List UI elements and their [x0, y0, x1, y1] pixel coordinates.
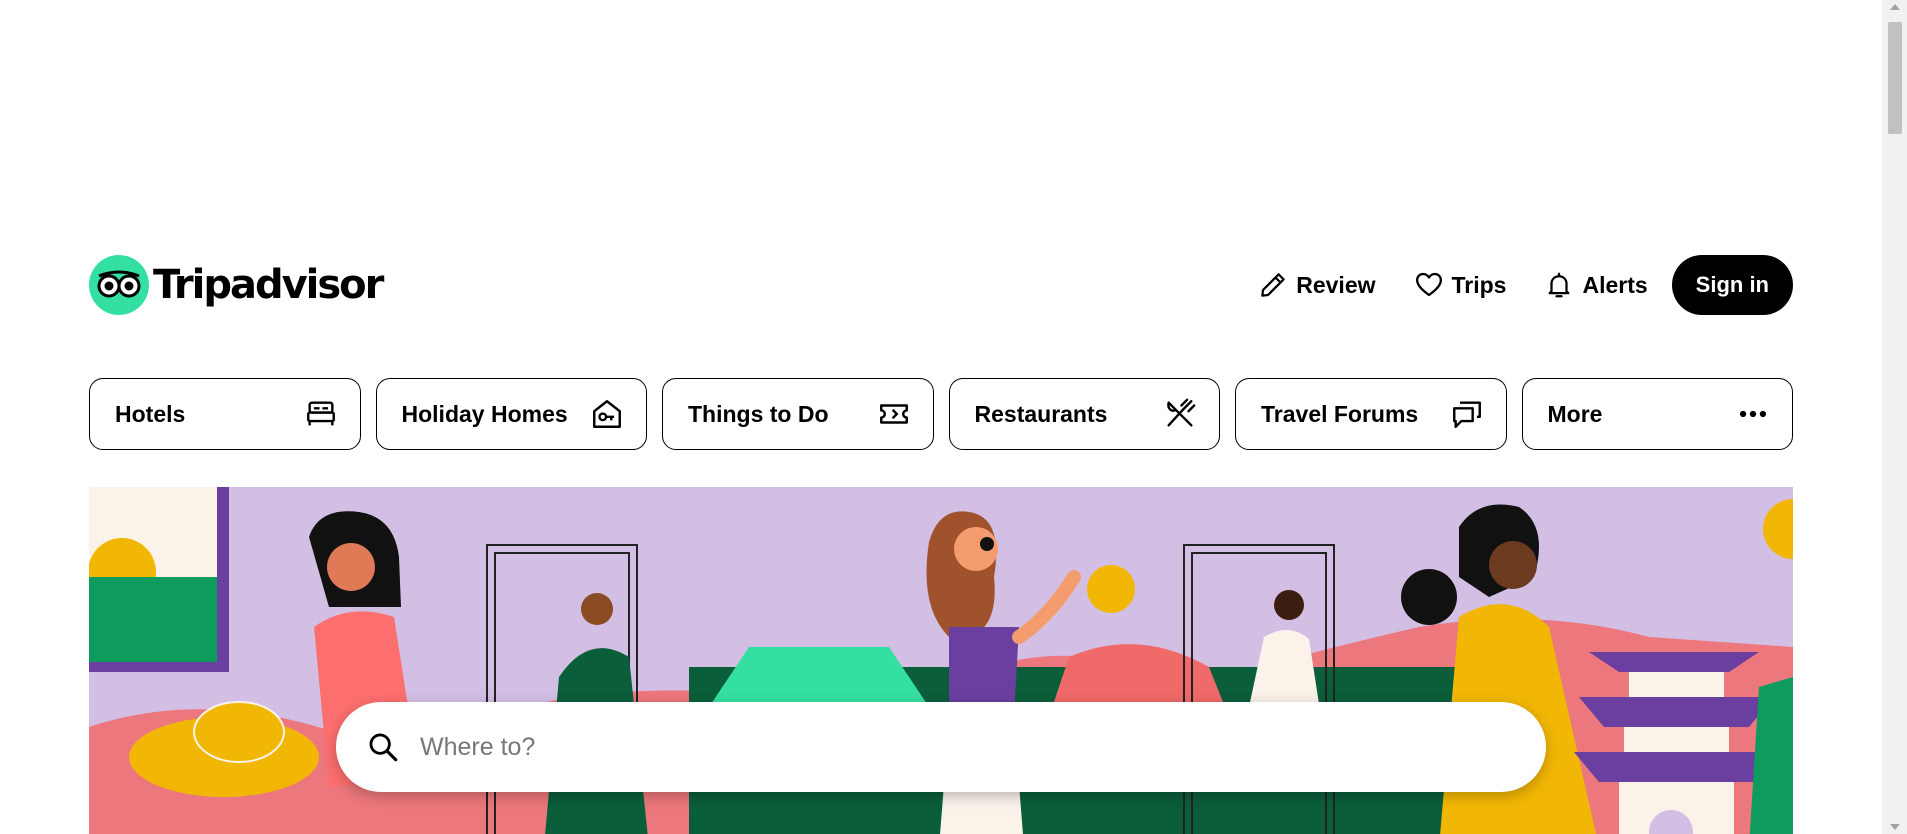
review-label: Review — [1296, 271, 1376, 298]
scroll-thumb[interactable] — [1888, 22, 1902, 134]
logo-wordmark: Tripadvisor — [153, 262, 384, 308]
category-label: Hotels — [115, 400, 186, 427]
category-travel-forums[interactable]: Travel Forums — [1235, 378, 1507, 450]
owl-logo-icon — [89, 255, 149, 315]
page-scrollbar[interactable] — [1882, 0, 1907, 834]
bed-icon — [306, 401, 335, 426]
category-holiday-homes[interactable]: Holiday Homes — [375, 378, 647, 450]
trips-link[interactable]: Trips — [1414, 270, 1507, 300]
scroll-down-arrow-icon[interactable] — [1890, 824, 1900, 830]
fork-knife-icon — [1167, 398, 1196, 427]
tripadvisor-logo[interactable]: Tripadvisor — [89, 255, 384, 315]
alerts-link[interactable]: Alerts — [1544, 270, 1648, 300]
sign-in-button[interactable]: Sign in — [1671, 255, 1793, 315]
search-icon — [369, 733, 398, 762]
category-label: Travel Forums — [1261, 400, 1419, 427]
category-more[interactable]: More — [1521, 378, 1793, 450]
category-things-to-do[interactable]: Things to Do — [662, 378, 934, 450]
search-input[interactable] — [420, 732, 1420, 762]
page: Tripadvisor Review Trips Alerts Sign in — [0, 0, 1882, 834]
review-link[interactable]: Review — [1258, 270, 1376, 300]
category-restaurants[interactable]: Restaurants — [948, 378, 1220, 450]
house-key-icon — [593, 400, 621, 428]
chat-bubbles-icon — [1452, 401, 1481, 428]
header-nav: Review Trips Alerts Sign in — [1258, 255, 1793, 315]
category-label: More — [1547, 400, 1603, 427]
alerts-label: Alerts — [1582, 271, 1648, 298]
scroll-up-arrow-icon[interactable] — [1890, 4, 1900, 10]
category-label: Holiday Homes — [401, 400, 568, 427]
bell-icon — [1548, 272, 1570, 298]
category-label: Things to Do — [688, 400, 829, 427]
category-hotels[interactable]: Hotels — [89, 378, 361, 450]
heart-icon — [1415, 272, 1442, 297]
search-bar[interactable] — [336, 702, 1546, 792]
ticket-icon — [879, 404, 908, 424]
more-dots-icon — [1739, 410, 1767, 418]
pencil-icon — [1261, 273, 1285, 297]
trips-label: Trips — [1451, 271, 1507, 298]
category-bar: Hotels Holiday Homes Things to Do Restau… — [89, 378, 1793, 450]
category-label: Restaurants — [974, 400, 1108, 427]
